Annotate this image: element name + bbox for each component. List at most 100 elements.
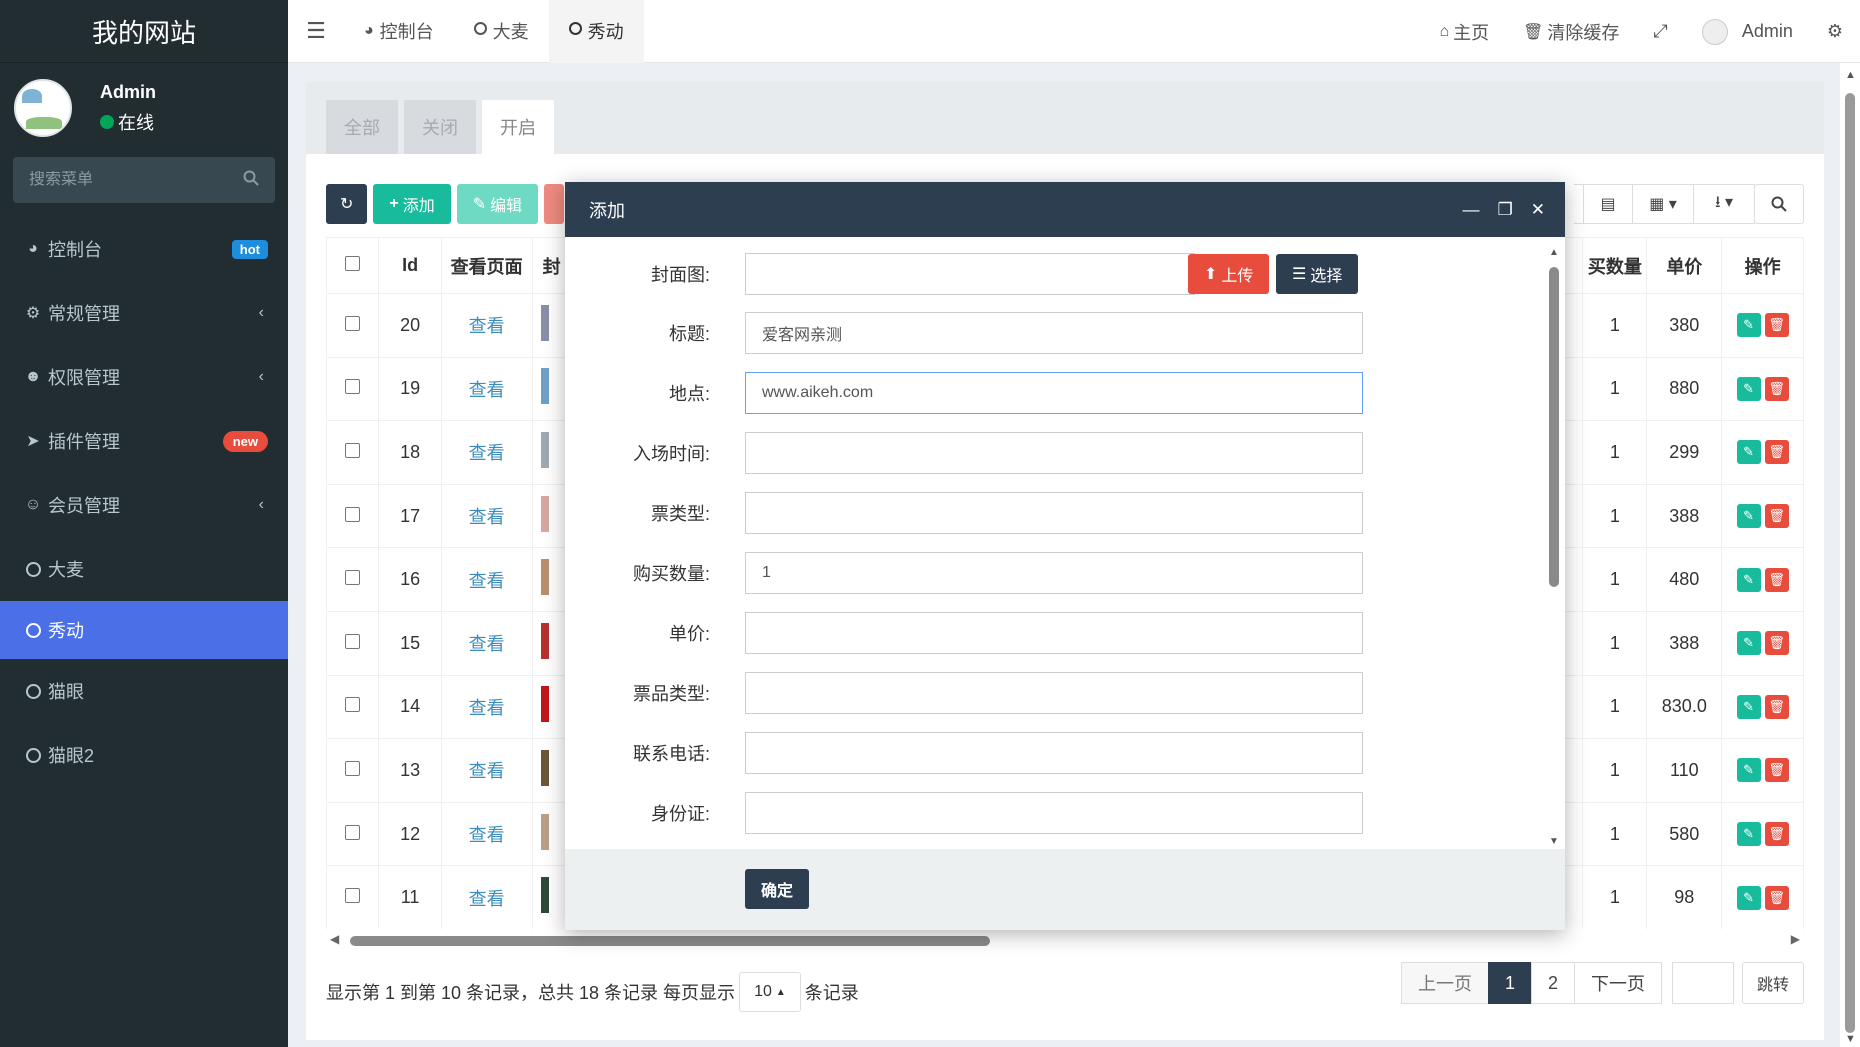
row-checkbox[interactable] [345,570,361,586]
cover-thumbnail[interactable] [540,559,549,596]
delete-row-icon[interactable]: 🗑 [1764,504,1789,529]
edit-row-icon[interactable]: ✎ [1736,376,1761,401]
column-header-view[interactable]: 查看页面 [440,237,533,294]
scrollbar-thumb[interactable] [350,936,990,946]
cover-thumbnail[interactable] [540,749,549,786]
clear-cache-link[interactable]: 🗑 清除缓存 [1506,0,1636,63]
scroll-right-icon[interactable]: ▶ [1791,932,1800,946]
card-view-icon[interactable]: ▤ [1583,184,1633,224]
view-link[interactable]: 查看 [469,634,505,654]
cover-thumbnail[interactable] [540,813,549,850]
sidebar-item-permissions[interactable]: ☻ 权限管理 ‹ [0,345,288,409]
settings-icon[interactable]: ⚙ [1810,0,1860,63]
view-link[interactable]: 查看 [469,889,505,909]
confirm-button[interactable]: 确定 [745,869,810,909]
edit-row-icon[interactable]: ✎ [1736,822,1761,847]
phone-input[interactable] [745,732,1363,774]
scroll-down-icon[interactable]: ▼ [1549,836,1559,847]
home-link[interactable]: ⌂ 主页 [1422,0,1506,63]
prev-page-button[interactable]: 上一页 [1400,962,1489,1004]
view-link[interactable]: 查看 [469,316,505,336]
delete-row-icon[interactable]: 🗑 [1764,885,1789,910]
sidebar-item-plugins[interactable]: ➤ 插件管理 new [0,409,288,473]
delete-row-icon[interactable]: 🗑 [1764,694,1789,719]
cover-thumbnail[interactable] [540,686,549,723]
menu-toggle-icon[interactable]: ☰ [288,0,344,63]
sidebar-item-maoyan[interactable]: 猫眼 [0,659,288,723]
id-card-input[interactable] [745,792,1363,834]
dialog-scrollbar-thumb[interactable] [1549,267,1559,587]
quantity-input[interactable] [745,552,1363,594]
upload-button[interactable]: ⬆ 上传 [1188,254,1270,294]
sidebar-item-xiudong[interactable]: 秀动 [0,601,288,659]
sidebar-item-members[interactable]: ☺ 会员管理 ‹ [0,473,288,537]
view-link[interactable]: 查看 [469,443,505,463]
cover-input[interactable] [745,253,1195,295]
row-checkbox[interactable] [345,633,361,649]
product-type-input[interactable] [745,672,1363,714]
row-checkbox[interactable] [345,824,361,840]
cover-thumbnail[interactable] [540,431,549,468]
tab-open[interactable]: 开启 [482,100,554,154]
row-checkbox[interactable] [345,760,361,776]
jump-button[interactable]: 跳转 [1741,962,1804,1004]
scroll-up-icon[interactable]: ▲ [1845,69,1856,81]
edit-row-icon[interactable]: ✎ [1736,567,1761,592]
view-link[interactable]: 查看 [469,380,505,400]
row-checkbox[interactable] [345,379,361,395]
sidebar-item-maoyan2[interactable]: 猫眼2 [0,723,288,787]
edit-row-icon[interactable]: ✎ [1736,631,1761,656]
ticket-type-input[interactable] [745,492,1363,534]
edit-row-icon[interactable]: ✎ [1736,313,1761,338]
columns-icon[interactable]: ▦ ▾ [1632,184,1694,224]
row-checkbox[interactable] [345,315,361,331]
cover-thumbnail[interactable] [540,877,549,914]
edit-row-icon[interactable]: ✎ [1736,504,1761,529]
view-link[interactable]: 查看 [469,507,505,527]
page-2-button[interactable]: 2 [1530,962,1575,1004]
admin-menu[interactable]: Admin [1685,0,1810,63]
add-button[interactable]: + 添加 [373,184,451,224]
cover-thumbnail[interactable] [540,304,549,341]
row-checkbox[interactable] [345,506,361,522]
tab-damai[interactable]: 大麦 [454,0,549,63]
entry-time-input[interactable] [745,432,1363,474]
view-link[interactable]: 查看 [469,698,505,718]
site-logo[interactable]: 我的网站 [0,0,288,63]
scroll-down-icon[interactable]: ▼ [1845,1033,1856,1045]
minimize-icon[interactable]: — [1463,200,1480,220]
search-icon[interactable] [243,170,259,191]
sidebar-item-damai[interactable]: 大麦 [0,537,288,601]
page-1-button[interactable]: 1 [1487,962,1532,1004]
edit-button[interactable]: ✎ 编辑 [456,184,539,224]
refresh-button[interactable]: ↻ [326,184,368,224]
location-input[interactable] [745,372,1363,414]
jump-page-input[interactable] [1671,962,1734,1004]
page-size-select[interactable]: 10 ▲ [739,972,801,1012]
tab-closed[interactable]: 关闭 [404,100,476,154]
select-all-checkbox[interactable] [345,256,361,271]
edit-row-icon[interactable]: ✎ [1736,885,1761,910]
cover-thumbnail[interactable] [540,495,549,532]
sidebar-search-input[interactable] [29,171,209,189]
delete-row-icon[interactable]: 🗑 [1764,758,1789,783]
page-scrollbar-thumb[interactable] [1845,93,1855,1033]
edit-row-icon[interactable]: ✎ [1736,758,1761,783]
delete-button[interactable] [544,184,565,224]
row-checkbox[interactable] [345,697,361,713]
cover-thumbnail[interactable] [540,622,549,659]
column-header-quantity[interactable]: 买数量 [1582,237,1648,294]
delete-row-icon[interactable]: 🗑 [1764,376,1789,401]
search-icon[interactable] [1754,184,1804,224]
delete-row-icon[interactable]: 🗑 [1764,567,1789,592]
page-vertical-scrollbar[interactable]: ▲ ▼ [1840,63,1860,1047]
scroll-up-icon[interactable]: ▲ [1549,247,1559,258]
maximize-icon[interactable]: ❐ [1498,200,1513,220]
title-input[interactable] [745,312,1363,354]
view-link[interactable]: 查看 [469,571,505,591]
edit-row-icon[interactable]: ✎ [1736,694,1761,719]
delete-row-icon[interactable]: 🗑 [1764,440,1789,465]
scroll-left-icon[interactable]: ◀ [330,932,339,946]
column-header-id[interactable]: Id [378,237,442,294]
fullscreen-icon[interactable]: ⤢ [1636,0,1684,63]
